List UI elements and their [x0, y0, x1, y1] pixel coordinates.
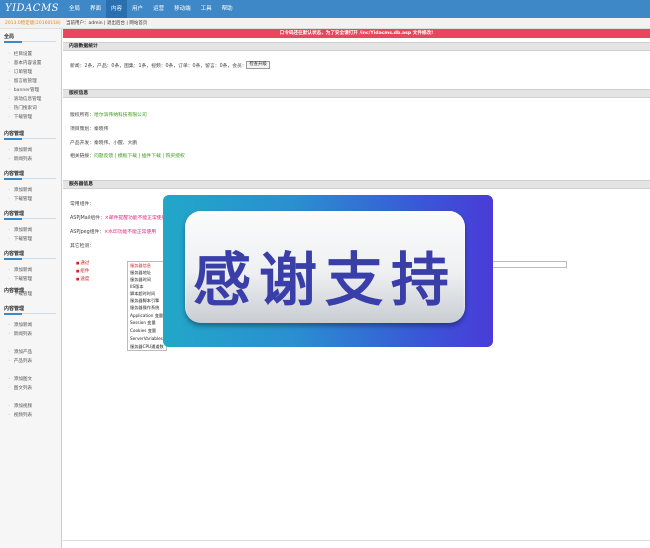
jmail-row: ASPJMail组件：×邮件提醒功能不能正常使用 [70, 214, 166, 221]
components-label: 常用组件： [70, 202, 94, 207]
check-update-button[interactable]: 检查升级 [246, 61, 270, 69]
sidebar-item[interactable]: 视频列表 [8, 412, 32, 418]
copyright-owner-row: 版权所有：哈尔滨伟纳科技有限公司 [70, 111, 147, 118]
nav-item-mobile[interactable]: 移动端 [169, 0, 196, 18]
legend-item: 组件 [76, 268, 89, 274]
field-label: ASPJpeg组件： [70, 230, 105, 235]
sidebar-section-title: 全局 [4, 34, 15, 40]
copyright-dev-row: 产品开发：秦晓伟、小醒、大鹏 [70, 139, 137, 146]
copyright-panel-title: 版权信息 [63, 89, 650, 98]
other-check-label: 其它检测： [70, 244, 94, 249]
security-alert[interactable]: 口令码还在默认状态，为了安全请打开 /inc/Yidacms.db.asp 文件… [63, 29, 650, 38]
list-item[interactable]: 服务器操作系统 [130, 305, 159, 311]
sidebar-section-title: 内容管理 [4, 171, 25, 177]
sidebar-item[interactable]: 下载管理 [8, 291, 32, 297]
sidebar-item[interactable]: 留言板管理 [8, 78, 37, 84]
sidebar-section-title: 内容管理 [4, 306, 25, 312]
sidebar-item[interactable]: 添加产品 [8, 349, 32, 355]
legend-item: 速度 [76, 276, 89, 282]
sidebar-item[interactable]: 下载管理 [8, 276, 32, 282]
sidebar-item[interactable]: 下载管理 [8, 236, 32, 242]
list-item[interactable]: IIS版本 [130, 284, 144, 290]
nav-item-operations[interactable]: 运营 [148, 0, 169, 18]
divider [4, 257, 56, 260]
version-label: 2013.0稳定版(20160118) [5, 21, 61, 26]
user-links[interactable]: 当前用户：admin | 退出后台 | 网站首页 [66, 20, 147, 26]
sidebar-section-title: 内容管理 [4, 251, 25, 257]
list-item[interactable]: 脚本超时时间 [130, 291, 155, 297]
nav-item-tools[interactable]: 工具 [196, 0, 217, 18]
sidebar-item[interactable]: 下载管理 [8, 114, 32, 120]
status-bar: 2013.0稳定版(20160118) 当前用户：admin | 退出后台 | … [0, 18, 650, 29]
list-item[interactable]: 服务器时间 [130, 277, 151, 283]
field-label: 产品开发： [70, 141, 94, 146]
divider [4, 137, 56, 140]
sidebar-item[interactable]: 滚动信息管理 [8, 96, 42, 102]
thanks-text: 感谢支持 [192, 246, 457, 314]
divider [4, 40, 56, 43]
legend-item: 通过 [76, 260, 89, 266]
sidebar-item[interactable]: 添加新闻 [8, 267, 32, 273]
field-label: ASPJMail组件： [70, 216, 105, 221]
top-navbar: YIDACMS 全局 界面 内容 用户 运营 移动端 工具 帮助 [0, 0, 650, 18]
sidebar-item[interactable]: 栏目设置 [8, 51, 32, 57]
stats-panel-title: 内容数据统计 [63, 42, 650, 51]
list-item[interactable]: 服务器CPU通道数 [130, 344, 164, 350]
sidebar-item[interactable]: 基本内容设置 [8, 60, 42, 66]
list-item[interactable]: Session 变量 [130, 320, 156, 326]
thanks-overlay-image: 感谢支持 [163, 195, 493, 347]
divider [4, 312, 56, 315]
nav-item-global[interactable]: 全局 [64, 0, 85, 18]
copyright-links-row: 相关链接：问题反馈 | 模板下载 | 插件下载 | 购买授权 [70, 152, 185, 159]
nav-item-interface[interactable]: 界面 [85, 0, 106, 18]
field-value: 秦晓伟、小醒、大鹏 [94, 141, 138, 146]
jpeg-row: ASPJpeg组件：×水印功能不能正常使用 [70, 228, 156, 235]
server-info-list[interactable]: 服务器信息 服务器地址 服务器时间 IIS版本 脚本超时时间 服务器脚本引擎 服… [127, 261, 167, 351]
nav-item-help[interactable]: 帮助 [217, 0, 238, 18]
sidebar-item[interactable]: 添加新闻 [8, 147, 32, 153]
sidebar: 全局 栏目设置 基本内容设置 订单管理 留言板管理 banner管理 滚动信息管… [0, 29, 62, 548]
sidebar-item[interactable]: 新闻列表 [8, 156, 32, 162]
copyright-support-row: 项目策划：秦晓伟 [70, 125, 108, 132]
divider [4, 217, 56, 220]
sidebar-item[interactable]: 产品列表 [8, 358, 32, 364]
field-label: 项目策划： [70, 127, 94, 132]
app-logo[interactable]: YIDACMS [5, 3, 59, 14]
server-panel-title: 服务器信息 [63, 180, 650, 189]
sidebar-item[interactable]: 热门搜索词 [8, 105, 37, 111]
sidebar-item[interactable]: banner管理 [8, 87, 39, 93]
stats-summary: 新闻：2条，产品：0条，图集：1条，视频：0条，订单：0条，留言：0条，会员：0… [70, 64, 255, 69]
field-label: 版权所有： [70, 113, 94, 118]
thanks-badge: 感谢支持 [185, 211, 465, 323]
sidebar-item[interactable]: 添加视频 [8, 403, 32, 409]
list-item[interactable]: ServerVariables [130, 336, 163, 341]
sidebar-item[interactable]: 添加图文 [8, 376, 32, 382]
sidebar-item[interactable]: 添加新闻 [8, 227, 32, 233]
jmail-status: ×邮件提醒功能不能正常使用 [104, 216, 167, 221]
sidebar-section-title: 内容管理 [4, 211, 25, 217]
sidebar-item[interactable]: 下载管理 [8, 196, 32, 202]
sidebar-item[interactable]: 添加新闻 [8, 322, 32, 328]
related-links[interactable]: 问题反馈 | 模板下载 | 插件下载 | 购买授权 [94, 154, 185, 159]
field-label: 相关链接： [70, 154, 94, 159]
sidebar-section-title: 内容管理 [4, 131, 25, 137]
list-item[interactable]: 服务器地址 [130, 270, 151, 276]
list-item[interactable]: 服务器脚本引擎 [130, 298, 159, 304]
jpeg-status: ×水印功能不能正常使用 [104, 230, 157, 235]
sidebar-item[interactable]: 添加新闻 [8, 187, 32, 193]
owner-link[interactable]: 哈尔滨伟纳科技有限公司 [94, 113, 147, 118]
list-item[interactable]: 服务器信息 [130, 263, 151, 269]
list-item[interactable]: Cookies 变量 [130, 328, 156, 334]
sidebar-item[interactable]: 新闻列表 [8, 331, 32, 337]
divider [63, 540, 650, 541]
divider [4, 177, 56, 180]
nav-item-content[interactable]: 内容 [106, 0, 128, 18]
sidebar-item[interactable]: 订单管理 [8, 69, 32, 75]
nav-item-users[interactable]: 用户 [127, 0, 148, 18]
main-nav: 全局 界面 内容 用户 运营 移动端 工具 帮助 [64, 0, 238, 18]
sidebar-item[interactable]: 图文列表 [8, 385, 32, 391]
list-item[interactable]: Application 变量 [130, 313, 163, 319]
field-value: 秦晓伟 [94, 127, 109, 132]
